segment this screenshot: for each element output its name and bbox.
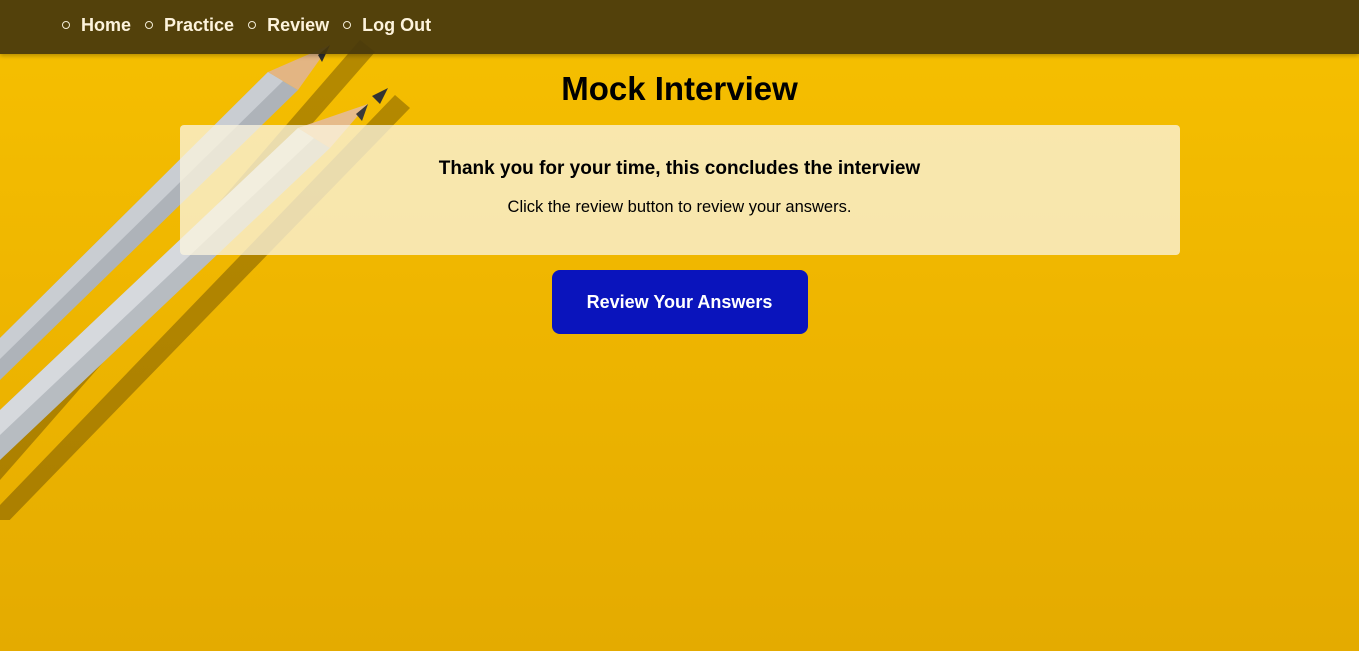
bullet-icon <box>248 21 257 29</box>
bullet-icon <box>343 21 352 29</box>
bullet-icon <box>145 21 154 29</box>
bullet-icon <box>62 21 70 29</box>
card-heading: Thank you for your time, this concludes … <box>438 158 921 179</box>
nav-item-review: Review <box>248 15 329 36</box>
nav-item-logout: Log Out <box>343 15 431 36</box>
card-text: Click the review button to review your a… <box>507 198 852 216</box>
main-content: Mock Interview Thank you for your time, … <box>0 54 1359 334</box>
nav-link-logout[interactable]: Log Out <box>362 15 431 36</box>
conclusion-card: Thank you for your time, this concludes … <box>179 125 1180 255</box>
nav-list: Home Practice Review Log Out <box>0 0 1359 50</box>
top-navbar: Home Practice Review Log Out <box>0 0 1359 54</box>
nav-link-review[interactable]: Review <box>267 15 329 36</box>
nav-item-practice: Practice <box>145 15 234 36</box>
nav-item-home: Home <box>62 15 131 36</box>
nav-link-home[interactable]: Home <box>81 15 131 36</box>
review-answers-button[interactable]: Review Your Answers <box>551 270 808 334</box>
nav-link-practice[interactable]: Practice <box>164 15 234 36</box>
page-title: Mock Interview <box>561 70 798 107</box>
